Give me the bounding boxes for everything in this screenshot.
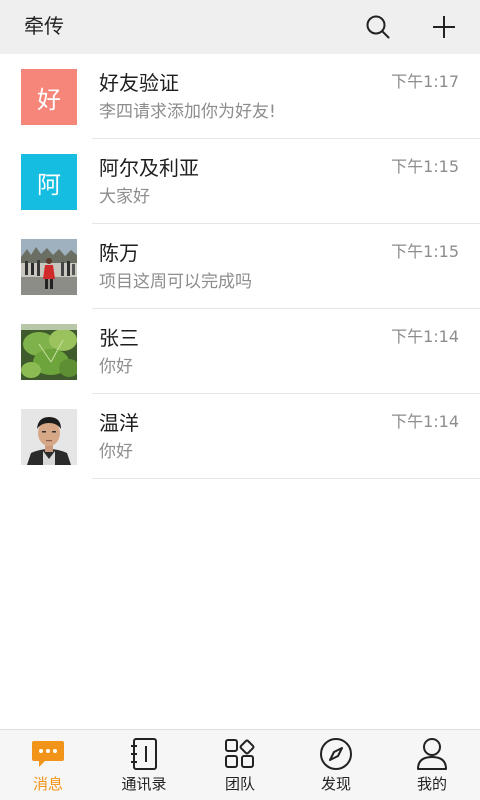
message-time: 下午1:17 (391, 72, 459, 91)
avatar: 阿 (21, 154, 77, 210)
avatar: 好 (21, 69, 77, 125)
bottom-tab-bar: 消息 通讯录 团队 发现 我的 (0, 729, 480, 800)
compass-icon (320, 738, 352, 770)
tab-messages[interactable]: 消息 (0, 730, 96, 800)
message-preview: 李四请求添加你为好友! (99, 102, 276, 122)
message-time: 下午1:14 (391, 327, 459, 346)
add-button[interactable] (426, 9, 462, 45)
message-icon (32, 741, 64, 767)
message-preview: 项目这周可以完成吗 (99, 272, 252, 292)
contacts-icon (131, 738, 157, 770)
contact-name: 温洋 (99, 411, 139, 435)
message-preview: 你好 (99, 442, 133, 462)
search-icon (366, 15, 390, 39)
conversation-row[interactable]: 陈万 项目这周可以完成吗 下午1:15 (0, 224, 480, 309)
message-time: 下午1:15 (391, 242, 459, 261)
plus-icon (433, 16, 455, 38)
tab-team[interactable]: 团队 (192, 730, 288, 800)
contact-name: 陈万 (99, 241, 139, 265)
avatar-photo (21, 324, 77, 380)
team-icon (225, 739, 255, 768)
message-time: 下午1:14 (391, 412, 459, 431)
conversation-row[interactable]: 好 好友验证 李四请求添加你为好友! 下午1:17 (0, 54, 480, 139)
tab-label: 团队 (224, 775, 255, 793)
message-preview: 你好 (99, 357, 133, 377)
tab-label: 消息 (32, 775, 63, 793)
avatar-photo (21, 239, 77, 295)
tab-profile[interactable]: 我的 (384, 730, 480, 800)
conversation-row[interactable]: 阿 阿尔及利亚 大家好 下午1:15 (0, 139, 480, 224)
conversation-row[interactable]: 张三 你好 下午1:14 (0, 309, 480, 394)
tab-label: 通讯录 (121, 775, 167, 793)
tab-contacts[interactable]: 通讯录 (96, 730, 192, 800)
divider (92, 478, 480, 479)
conversation-row[interactable]: 温洋 你好 下午1:14 (0, 394, 480, 479)
message-preview: 大家好 (99, 187, 150, 207)
contact-name: 阿尔及利亚 (99, 156, 199, 180)
app-title: 牵传 (24, 14, 64, 38)
conversation-list: 好 好友验证 李四请求添加你为好友! 下午1:17 阿 阿尔及利亚 大家好 下午… (0, 54, 480, 479)
contact-name: 张三 (99, 326, 139, 350)
profile-icon (417, 738, 447, 770)
top-bar: 牵传 (0, 0, 480, 54)
avatar-photo (21, 409, 77, 465)
tab-label: 发现 (320, 775, 351, 793)
avatar-letter: 阿 (37, 170, 61, 199)
avatar-letter: 好 (37, 85, 61, 114)
tab-discover[interactable]: 发现 (288, 730, 384, 800)
contact-name: 好友验证 (99, 71, 179, 95)
search-button[interactable] (360, 9, 396, 45)
tab-label: 我的 (416, 775, 447, 793)
message-time: 下午1:15 (391, 157, 459, 176)
